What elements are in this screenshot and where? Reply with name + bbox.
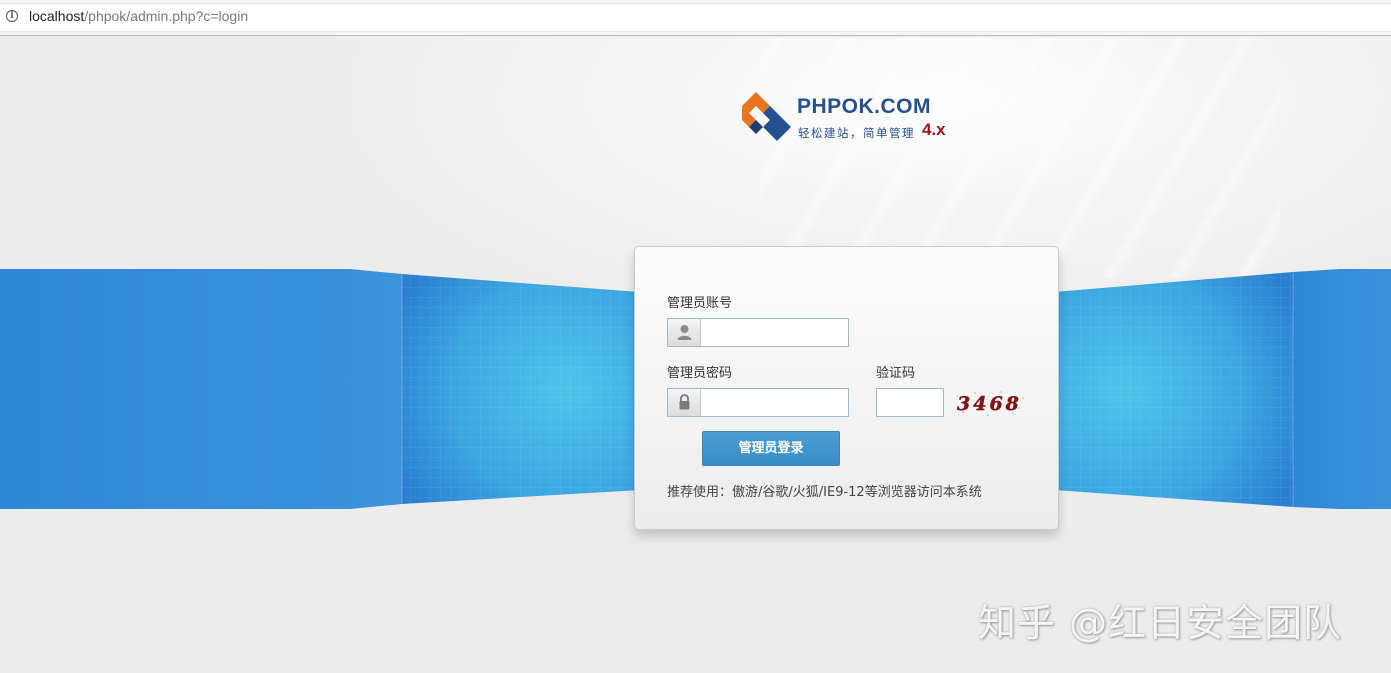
account-input[interactable]: [702, 319, 847, 346]
account-label: 管理员账号: [667, 296, 733, 311]
login-page-background: PHPOK.COM 轻松建站，简单管理 4.x 管理员账号 管理员密码 验证码 …: [0, 37, 1391, 673]
captcha-input[interactable]: [876, 388, 944, 417]
login-panel: 管理员账号 管理员密码 验证码 3468 管理员登录 推荐使用：傲游/谷歌/火狐…: [634, 246, 1059, 530]
phpok-logo-mark-icon: [742, 92, 791, 141]
admin-login-button[interactable]: 管理员登录: [702, 431, 840, 466]
password-input[interactable]: [702, 389, 847, 416]
account-field[interactable]: [667, 318, 849, 347]
info-icon[interactable]: i: [6, 10, 18, 22]
url-host: localhost: [29, 8, 85, 24]
logo-slogan: 轻松建站，简单管理: [798, 126, 915, 140]
address-bar-field[interactable]: i localhost/phpok/admin.php?c=login: [0, 3, 1391, 32]
password-label: 管理员密码: [667, 366, 733, 381]
logo-name: PHPOK.COM: [797, 95, 932, 118]
url-text[interactable]: localhost/phpok/admin.php?c=login: [29, 8, 248, 24]
watermark: 知乎 @红日安全团队: [978, 601, 1343, 645]
captcha-code: 3468: [957, 393, 1022, 415]
phpok-logo: PHPOK.COM 轻松建站，简单管理 4.x: [740, 90, 970, 150]
password-field[interactable]: [667, 388, 849, 417]
lock-icon: [668, 389, 701, 416]
captcha-image[interactable]: 3468: [953, 388, 1027, 418]
url-path: /phpok/admin.php?c=login: [84, 8, 249, 24]
captcha-label: 验证码: [876, 366, 916, 381]
browser-recommendation: 推荐使用：傲游/谷歌/火狐/IE9-12等浏览器访问本系统: [667, 485, 982, 500]
browser-address-bar[interactable]: i localhost/phpok/admin.php?c=login: [0, 0, 1391, 36]
logo-version: 4.x: [922, 120, 946, 139]
user-icon: [668, 319, 701, 346]
